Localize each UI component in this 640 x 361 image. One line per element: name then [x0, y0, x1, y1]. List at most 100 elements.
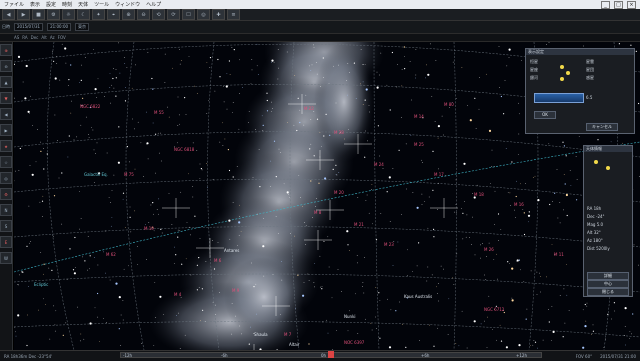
left-tool-button[interactable]: ▼ [0, 92, 12, 104]
sky-object-label[interactable]: M 26 [484, 247, 494, 252]
left-tool-button[interactable]: ◎ [0, 172, 12, 184]
sky-object-label[interactable]: M 62 [106, 252, 116, 257]
sky-object-label[interactable]: Nunki [344, 314, 356, 319]
toolbar-button[interactable]: ■ [32, 9, 45, 20]
left-tool-button[interactable]: ☆ [0, 156, 12, 168]
toolbar-button[interactable]: ✚ [212, 9, 225, 20]
sky-object-label[interactable]: NGC 6822 [80, 104, 100, 109]
star [262, 245, 265, 248]
sky-object-label[interactable]: M 22 [304, 106, 314, 111]
sky-object-label[interactable]: M 14 [414, 114, 424, 119]
sky-object-label[interactable]: M 23 [384, 242, 394, 247]
sky-object-label[interactable]: M 9 [232, 288, 239, 293]
sky-object-label[interactable]: M 21 [354, 222, 364, 227]
sky-object-label[interactable]: M 80 [444, 102, 454, 107]
location-field[interactable]: 東京 [75, 23, 90, 31]
toolbar-button[interactable]: ☾ [77, 9, 90, 20]
time-slider[interactable]: -12h -6h 0h +6h +12h [120, 351, 542, 358]
left-tool-button[interactable]: ★ [0, 140, 12, 152]
center-button[interactable]: 中心 [587, 280, 629, 288]
menu-tools[interactable]: ツール [94, 1, 109, 8]
sky-object-label[interactable]: Altair [289, 342, 300, 347]
sky-object-label[interactable]: M 25 [414, 142, 424, 147]
close-panel-button[interactable]: 閉じる [587, 288, 629, 296]
sky-object-label[interactable]: NGC 6818 [174, 147, 194, 152]
sky-object-label[interactable]: Galactic Eq. [84, 172, 108, 177]
star [448, 107, 450, 109]
coord-item[interactable]: Alt [41, 35, 46, 40]
sky-object-label[interactable]: M 16 [514, 202, 524, 207]
left-tool-button[interactable]: ▲ [0, 76, 12, 88]
sky-object-label[interactable]: M 19 [144, 226, 154, 231]
coord-item[interactable]: Dec [31, 35, 39, 40]
toolbar-button[interactable]: ⚙ [47, 9, 60, 20]
toolbar-button[interactable]: ⌖ [107, 9, 120, 20]
toolbar-button[interactable]: ⟲ [152, 9, 165, 20]
toolbar-button[interactable]: ◎ [197, 9, 210, 20]
sky-object-label[interactable]: NGC 6397 [344, 340, 364, 345]
star [533, 340, 535, 341]
left-tool-button[interactable]: ◀ [0, 108, 12, 120]
sky-object-label[interactable]: Shaula [254, 332, 268, 337]
maximize-button[interactable]: □ [614, 0, 623, 9]
star [248, 111, 250, 113]
minimize-button[interactable]: _ [601, 0, 610, 9]
menu-object[interactable]: 天体 [78, 1, 88, 8]
sky-object-label[interactable]: M 28 [334, 130, 344, 135]
time-slider-knob[interactable] [328, 351, 334, 358]
left-tool-button[interactable]: ⊖ [0, 60, 12, 72]
star [188, 226, 190, 228]
star [97, 292, 99, 295]
sky-object-label[interactable]: Kaus Australis [404, 294, 432, 299]
cancel-button[interactable]: キャンセル [586, 123, 618, 131]
left-tool-button[interactable]: W [0, 252, 12, 264]
sky-object-label[interactable]: Ecliptic [34, 282, 48, 287]
sky-object-label[interactable]: M 8 [314, 210, 321, 215]
close-button[interactable]: × [627, 0, 636, 9]
menu-settings[interactable]: 設定 [46, 1, 56, 8]
toolbar-button[interactable]: ◀ [2, 9, 15, 20]
ok-button[interactable]: OK [534, 111, 556, 119]
sky-object-label[interactable]: M 6 [214, 258, 221, 263]
menu-help[interactable]: ヘルプ [146, 1, 161, 8]
toolbar-button[interactable]: ☐ [182, 9, 195, 20]
details-button[interactable]: 詳細 [587, 272, 629, 280]
left-tool-button[interactable]: E [0, 236, 12, 248]
sky-object-label[interactable]: M 24 [374, 162, 384, 167]
coord-item[interactable]: AS [14, 35, 19, 40]
menu-window[interactable]: ウィンドウ [115, 1, 140, 8]
toolbar-button[interactable]: ▶ [17, 9, 30, 20]
left-tool-button[interactable]: S [0, 220, 12, 232]
coord-item[interactable]: FOV [58, 35, 66, 40]
date-field[interactable]: 2015/07/31 [14, 23, 44, 31]
left-tool-button[interactable]: ⊕ [0, 44, 12, 56]
sky-object-label[interactable]: Antares [224, 248, 239, 253]
toolbar-button[interactable]: ✦ [92, 9, 105, 20]
coord-item[interactable]: Az [50, 35, 55, 40]
sky-object-label[interactable]: M 7 [284, 332, 291, 337]
sky-object-label[interactable]: M 17 [434, 172, 444, 177]
toolbar-button[interactable]: ⊕ [122, 9, 135, 20]
magnitude-bar[interactable] [534, 93, 584, 103]
left-tool-button[interactable]: ▶ [0, 124, 12, 136]
sky-object-label[interactable]: M 4 [174, 292, 181, 297]
sky-object-label[interactable]: M 11 [554, 252, 564, 257]
toolbar-button[interactable]: ⊖ [137, 9, 150, 20]
menu-time[interactable]: 時刻 [62, 1, 72, 8]
toolbar-button[interactable]: ☼ [62, 9, 75, 20]
sky-object-label[interactable]: M 55 [154, 110, 164, 115]
toolbar-button[interactable]: ≡ [227, 9, 240, 20]
coord-item[interactable]: RA [22, 35, 27, 40]
star [137, 263, 139, 265]
toolbar-button[interactable]: ⟳ [167, 9, 180, 20]
left-tool-button[interactable]: N [0, 204, 12, 216]
star [151, 77, 153, 80]
menu-view[interactable]: 表示 [30, 1, 40, 8]
sky-object-label[interactable]: NGC 6712 [484, 307, 504, 312]
sky-object-label[interactable]: M 20 [334, 190, 344, 195]
time-field[interactable]: 21:00:00 [47, 23, 72, 31]
sky-object-label[interactable]: M 18 [474, 192, 484, 197]
left-tool-button[interactable]: ⚙ [0, 188, 12, 200]
menu-file[interactable]: ファイル [4, 1, 24, 8]
sky-object-label[interactable]: M 75 [124, 172, 134, 177]
